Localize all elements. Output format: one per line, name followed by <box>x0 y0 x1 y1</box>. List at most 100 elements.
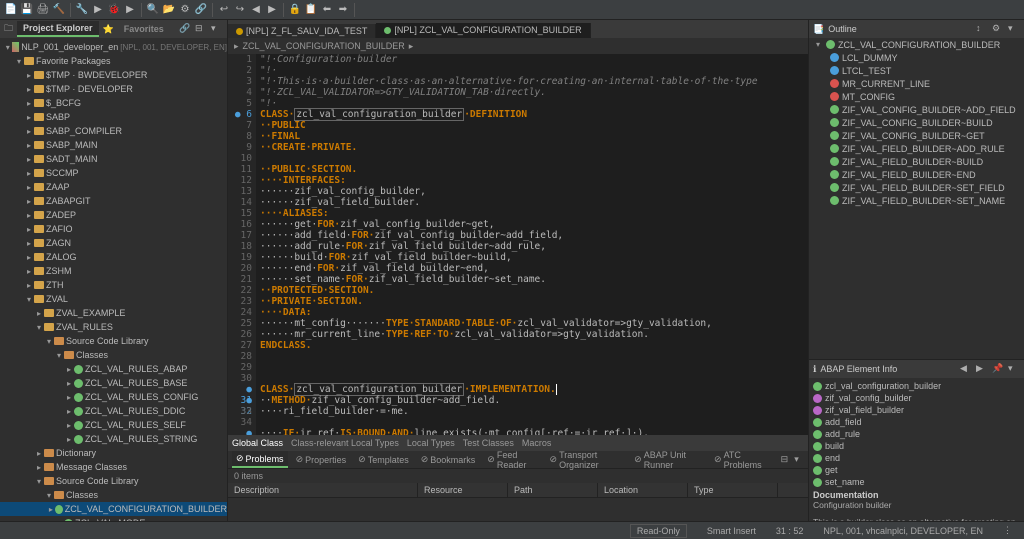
problems-col[interactable]: Description <box>228 483 418 497</box>
problems-tab-6[interactable]: ⊘ABAP Unit Runner <box>630 448 706 472</box>
src-tab-macros[interactable]: Macros <box>522 438 552 448</box>
toolbar-btn-13[interactable]: ↪ <box>233 3 247 17</box>
toolbar-btn-6[interactable]: 🐞 <box>107 3 121 17</box>
outline-item[interactable]: ZIF_VAL_CONFIG_BUILDER~BUILD <box>809 116 1024 129</box>
tree-node[interactable]: ▸ZAAP <box>0 180 227 194</box>
toolbar-btn-11[interactable]: 🔗 <box>194 3 208 17</box>
tree-node[interactable]: ▸ZCL_VAL_RULES_CONFIG <box>0 390 227 404</box>
outline-item[interactable]: ZIF_VAL_FIELD_BUILDER~END <box>809 168 1024 181</box>
tree-node[interactable]: ▸$_BCFG <box>0 96 227 110</box>
toolbar-btn-3[interactable]: 🔨 <box>52 3 66 17</box>
src-tab-local[interactable]: Local Types <box>407 438 455 448</box>
tree-node[interactable]: ▸ZSHM <box>0 264 227 278</box>
toolbar-btn-2[interactable]: 🖨 <box>36 3 50 17</box>
toolbar-btn-19[interactable]: ➡ <box>336 3 350 17</box>
tree-node[interactable]: ▾Classes <box>0 488 227 502</box>
tree-node[interactable]: ▾ZVAL <box>0 292 227 306</box>
ei-pin-icon[interactable]: 📌 <box>992 363 1004 375</box>
problems-tab-7[interactable]: ⊘ATC Problems <box>710 448 773 472</box>
link-icon[interactable]: 🔗 <box>179 23 191 35</box>
toolbar-btn-4[interactable]: 🔧 <box>75 3 89 17</box>
outline-item[interactable]: ZIF_VAL_FIELD_BUILDER~ADD_RULE <box>809 142 1024 155</box>
tree-node[interactable]: ▸ZAFIO <box>0 222 227 236</box>
toolbar-btn-7[interactable]: ▶ <box>123 3 137 17</box>
tree-node[interactable]: ▸ZCL_VAL_RULES_BASE <box>0 376 227 390</box>
toolbar-btn-16[interactable]: 🔒 <box>288 3 302 17</box>
tree-node[interactable]: ▸ZABAPGIT <box>0 194 227 208</box>
outline-item[interactable]: MR_CURRENT_LINE <box>809 77 1024 90</box>
tree-node[interactable]: ▸ZCL_VAL_RULES_STRING <box>0 432 227 446</box>
tree-node[interactable]: ▸ZALOG <box>0 250 227 264</box>
outline-item[interactable]: ZIF_VAL_CONFIG_BUILDER~ADD_FIELD <box>809 103 1024 116</box>
code-editor[interactable]: 12345● 678910111213141516171819202122232… <box>228 54 808 435</box>
toolbar-btn-15[interactable]: ▶ <box>265 3 279 17</box>
tree-node[interactable]: ▸ZCL_VAL_RULES_ABAP <box>0 362 227 376</box>
project-tree[interactable]: ▾NLP_001_developer_en[NPL, 001, DEVELOPE… <box>0 38 227 521</box>
tree-node[interactable]: ▸SCCMP <box>0 166 227 180</box>
menu-icon[interactable]: ▾ <box>211 23 223 35</box>
toolbar-btn-17[interactable]: 📋 <box>304 3 318 17</box>
problems-tab-1[interactable]: ⊘Properties <box>292 452 351 467</box>
toolbar-btn-5[interactable]: ▶ <box>91 3 105 17</box>
toolbar-btn-1[interactable]: 💾 <box>20 3 34 17</box>
outline-item[interactable]: ZIF_VAL_CONFIG_BUILDER~GET <box>809 129 1024 142</box>
outline-item[interactable]: MT_CONFIG <box>809 90 1024 103</box>
ei-menu-icon[interactable]: ▾ <box>1008 363 1020 375</box>
tree-node[interactable]: ▸ZCL_VAL_RULES_SELF <box>0 418 227 432</box>
tree-node[interactable]: ▸SABP_COMPILER <box>0 124 227 138</box>
outline-menu-icon[interactable]: ▾ <box>1008 23 1020 35</box>
outline-item[interactable]: ZIF_VAL_FIELD_BUILDER~SET_FIELD <box>809 181 1024 194</box>
tree-node[interactable]: ▸$TMP · DEVELOPER <box>0 82 227 96</box>
problems-col[interactable]: Location <box>598 483 688 497</box>
toolbar-btn-14[interactable]: ◀ <box>249 3 263 17</box>
tree-node[interactable]: ▸$TMP · BWDEVELOPER <box>0 68 227 82</box>
tree-node[interactable]: ▾ZVAL_RULES <box>0 320 227 334</box>
tree-node[interactable]: ▾Source Code Library <box>0 474 227 488</box>
problems-col[interactable]: Path <box>508 483 598 497</box>
pe-tab-active[interactable]: Project Explorer <box>17 21 99 37</box>
toolbar-btn-10[interactable]: ⚙ <box>178 3 192 17</box>
ei-fwd-icon[interactable]: ▶ <box>976 363 988 375</box>
problems-tab-3[interactable]: ⊘Bookmarks <box>417 452 480 467</box>
problems-tab-2[interactable]: ⊘Templates <box>354 452 413 467</box>
tree-node[interactable]: ▸Message Classes <box>0 460 227 474</box>
tree-node[interactable]: ▸SADT_MAIN <box>0 152 227 166</box>
src-tab-global[interactable]: Global Class <box>232 438 283 448</box>
toolbar-btn-0[interactable]: 📄 <box>4 3 18 17</box>
editor-tab-1[interactable]: [NPL] Z_FL_SALV_IDA_TEST <box>228 24 376 38</box>
editor-tab-2[interactable]: [NPL] ZCL_VAL_CONFIGURATION_BUILDER <box>376 23 590 38</box>
tree-node[interactable]: ▸ZCL_VAL_CONFIGURATION_BUILDER <box>0 502 227 516</box>
outline-filter-icon[interactable]: ⚙ <box>992 23 1004 35</box>
outline-item[interactable]: LTCL_TEST <box>809 64 1024 77</box>
tree-node[interactable]: ▸SABP <box>0 110 227 124</box>
tree-node[interactable]: ▾Source Code Library <box>0 334 227 348</box>
tree-node[interactable]: ▸ZTH <box>0 278 227 292</box>
tree-node[interactable]: ▸ZCL_VAL_RULES_DDIC <box>0 404 227 418</box>
pe-tab-favorites[interactable]: Favorites <box>118 22 170 36</box>
tree-node[interactable]: ▸Dictionary <box>0 446 227 460</box>
outline-sort-icon[interactable]: ↕ <box>976 23 988 35</box>
ei-back-icon[interactable]: ◀ <box>960 363 972 375</box>
outline-item[interactable]: ZIF_VAL_FIELD_BUILDER~BUILD <box>809 155 1024 168</box>
tree-node[interactable]: ▾Favorite Packages <box>0 54 227 68</box>
src-tab-test[interactable]: Test Classes <box>463 438 514 448</box>
tree-node[interactable]: ▸ZVAL_EXAMPLE <box>0 306 227 320</box>
breadcrumb[interactable]: ▸ZCL_VAL_CONFIGURATION_BUILDER▸ <box>228 38 808 54</box>
problems-tab-5[interactable]: ⊘Transport Organizer <box>546 448 627 472</box>
outline-item[interactable]: ZIF_VAL_FIELD_BUILDER~SET_NAME <box>809 194 1024 207</box>
tree-node[interactable]: ▸ZAGN <box>0 236 227 250</box>
tree-node[interactable]: ▾Classes <box>0 348 227 362</box>
toolbar-btn-9[interactable]: 📂 <box>162 3 176 17</box>
collapse-icon[interactable]: ⊟ <box>195 23 207 35</box>
toolbar-btn-8[interactable]: 🔍 <box>146 3 160 17</box>
problems-col[interactable]: Resource <box>418 483 508 497</box>
tree-node[interactable]: ▸SABP_MAIN <box>0 138 227 152</box>
toolbar-btn-18[interactable]: ⬅ <box>320 3 334 17</box>
tree-node[interactable]: ▾NLP_001_developer_en[NPL, 001, DEVELOPE… <box>0 40 227 54</box>
problems-tab-4[interactable]: ⊘Feed Reader <box>483 448 541 472</box>
tree-node[interactable]: ▸ZADEP <box>0 208 227 222</box>
problems-col[interactable]: Type <box>688 483 778 497</box>
problems-tab-0[interactable]: ⊘Problems <box>232 451 288 468</box>
src-tab-clt[interactable]: Class-relevant Local Types <box>291 438 399 448</box>
toolbar-btn-12[interactable]: ↩ <box>217 3 231 17</box>
